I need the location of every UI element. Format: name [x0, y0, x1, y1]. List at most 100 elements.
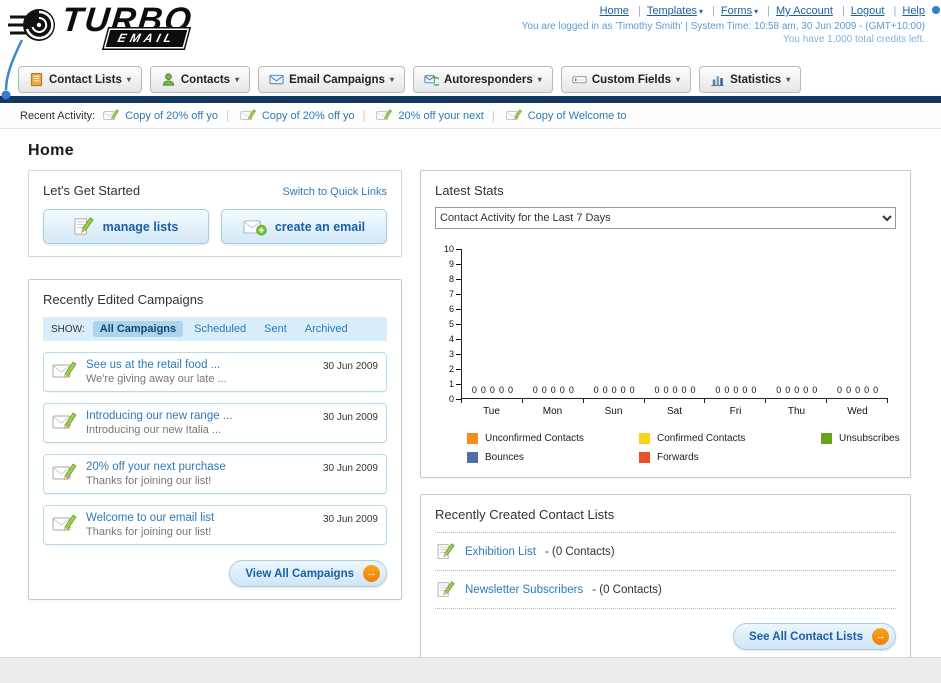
recent-activity-link[interactable]: Copy of Welcome to — [528, 110, 627, 122]
campaign-list-item[interactable]: Welcome to our email list Thanks for joi… — [43, 505, 387, 545]
contact-list-name-link[interactable]: Newsletter Subscribers — [465, 584, 583, 596]
bar-value-label: 0 — [715, 385, 721, 395]
nav-tab-contact-lists[interactable]: Contact Lists ▾ — [18, 66, 142, 93]
see-all-contact-lists-button[interactable]: See All Contact Lists → — [733, 623, 896, 650]
chevron-down-icon: ▾ — [786, 75, 791, 84]
get-started-panel: Let's Get Started Switch to Quick Links … — [28, 170, 402, 257]
stats-period-select[interactable]: Contact Activity for the Last 7 Days — [435, 207, 896, 229]
recent-activity-item[interactable]: Copy of Welcome to — [492, 109, 627, 122]
switch-quick-links-link[interactable]: Switch to Quick Links — [282, 186, 387, 198]
filter-tab-sent[interactable]: Sent — [257, 321, 294, 337]
filter-tab-scheduled[interactable]: Scheduled — [187, 321, 253, 337]
manage-lists-button[interactable]: manage lists — [43, 209, 209, 244]
bar-value-label: 0 — [480, 385, 486, 395]
nav-tab-email-campaigns[interactable]: Email Campaigns ▾ — [258, 66, 405, 93]
bar-value-label: 0 — [785, 385, 791, 395]
campaign-title-link[interactable]: 20% off your next purchase — [86, 461, 315, 473]
filter-tab-all-campaigns[interactable]: All Campaigns — [92, 321, 184, 337]
top-link-home[interactable]: Home — [600, 5, 629, 17]
chart-bar-group: 00000 — [766, 249, 827, 398]
legend-label: Confirmed Contacts — [657, 433, 746, 444]
recent-activity-link[interactable]: 20% off your next — [398, 110, 483, 122]
contact-list-detail: - (0 Contacts) — [544, 545, 615, 558]
bar-value-label: 0 — [568, 385, 574, 395]
dotted-divider — [435, 608, 896, 609]
bar-value-label: 0 — [776, 385, 782, 395]
top-link-forms[interactable]: Forms — [721, 5, 752, 17]
x-axis-label: Mon — [542, 406, 563, 417]
top-link-templates[interactable]: Templates — [647, 5, 697, 17]
contact-list-name-link[interactable]: Exhibition List — [465, 546, 536, 558]
pencil-paper-icon — [74, 217, 94, 235]
contact-list-detail: - (0 Contacts) — [592, 583, 662, 596]
statistics-icon — [711, 76, 724, 87]
email-pencil-icon — [376, 109, 393, 121]
legend-swatch-forwards — [639, 452, 650, 463]
top-nav-links: Home Templates▾ Forms▾ My Account Logout… — [522, 5, 925, 17]
recent-activity-item[interactable]: Copy of 20% off yo — [103, 109, 218, 122]
logo-antenna-decoration — [1, 39, 24, 100]
bar-value-label: 0 — [733, 385, 739, 395]
campaign-title-link[interactable]: Introducing our new range ... — [86, 410, 315, 422]
recently-edited-campaigns-panel: Recently Edited Campaigns SHOW: All Camp… — [28, 279, 402, 600]
top-link-logout[interactable]: Logout — [851, 5, 885, 17]
filter-tab-archived[interactable]: Archived — [298, 321, 355, 337]
create-email-label: create an email — [274, 219, 366, 234]
get-started-title: Let's Get Started — [43, 183, 141, 198]
bar-value-label: 0 — [794, 385, 800, 395]
bar-value-label: 0 — [742, 385, 748, 395]
view-all-campaigns-button[interactable]: View All Campaigns → — [229, 560, 387, 587]
chart-bar-group: 00000 — [645, 249, 706, 398]
pencil-paper-icon — [437, 581, 455, 597]
bar-value-label: 0 — [489, 385, 495, 395]
nav-tab-contacts[interactable]: Contacts ▾ — [149, 66, 251, 93]
campaign-subtitle: We're giving away our late ... — [86, 373, 227, 385]
chart-bar-group: 00000 — [705, 249, 766, 398]
bar-value-label: 0 — [498, 385, 504, 395]
bar-value-label: 0 — [672, 385, 678, 395]
recent-activity-item[interactable]: Copy of 20% off yo — [226, 109, 355, 122]
recent-activity-link[interactable]: Copy of 20% off yo — [262, 110, 355, 122]
chart-bar-group: 00000 — [462, 249, 523, 398]
bar-value-label: 0 — [620, 385, 626, 395]
campaign-list-item[interactable]: Introducing our new range ... Introducin… — [43, 403, 387, 443]
recent-activity-link[interactable]: Copy of 20% off yo — [125, 110, 218, 122]
contact-list-item[interactable]: Exhibition List - (0 Contacts) — [435, 532, 896, 570]
campaign-date: 30 Jun 2009 — [322, 412, 378, 423]
email-pencil-icon — [506, 109, 522, 121]
credits-info-text: You have 1,000 total credits left. — [783, 34, 925, 45]
create-email-button[interactable]: create an email — [221, 209, 387, 244]
bar-value-label: 0 — [663, 385, 669, 395]
email-pencil-icon — [52, 412, 77, 430]
campaign-subtitle: Thanks for joining our list! — [86, 526, 212, 538]
campaign-title-link[interactable]: Welcome to our email list — [86, 512, 315, 524]
email-pencil-icon — [240, 109, 256, 121]
campaign-list-item[interactable]: 20% off your next purchase Thanks for jo… — [43, 454, 387, 494]
campaign-list-item[interactable]: See us at the retail food ... We're givi… — [43, 352, 387, 392]
email-pencil-icon — [52, 514, 77, 532]
main-nav: Contact Lists ▾ Contacts ▾ Email Campaig… — [0, 64, 941, 93]
top-link-my-account[interactable]: My Account — [776, 5, 833, 17]
x-axis-label: Sun — [604, 406, 623, 417]
y-axis-label: 8 — [449, 274, 461, 284]
bar-value-label: 0 — [690, 385, 696, 395]
campaign-title-link[interactable]: See us at the retail food ... — [86, 359, 315, 371]
recent-activity-item[interactable]: 20% off your next — [363, 109, 484, 122]
campaign-date: 30 Jun 2009 — [322, 463, 378, 474]
legend-label: Unconfirmed Contacts — [485, 433, 584, 444]
y-axis-label: 9 — [449, 259, 461, 269]
nav-tab-autoresponders[interactable]: Autoresponders ▾ — [412, 66, 553, 93]
latest-stats-title: Latest Stats — [435, 183, 504, 198]
bar-value-label: 0 — [681, 385, 687, 395]
y-axis-label: 7 — [449, 289, 461, 299]
legend-swatch-unconfirmed — [467, 433, 478, 444]
recent-activity-label: Recent Activity: — [20, 109, 96, 122]
nav-tab-statistics[interactable]: Statistics ▾ — [699, 66, 802, 93]
contact-list-item[interactable]: Newsletter Subscribers - (0 Contacts) — [435, 570, 896, 608]
top-link-help[interactable]: Help — [902, 5, 925, 17]
y-axis-label: 0 — [449, 394, 461, 404]
bar-value-label: 0 — [855, 385, 861, 395]
page-title: Home — [28, 142, 75, 159]
nav-tab-custom-fields[interactable]: Custom Fields ▾ — [560, 66, 692, 93]
bar-value-label: 0 — [602, 385, 608, 395]
